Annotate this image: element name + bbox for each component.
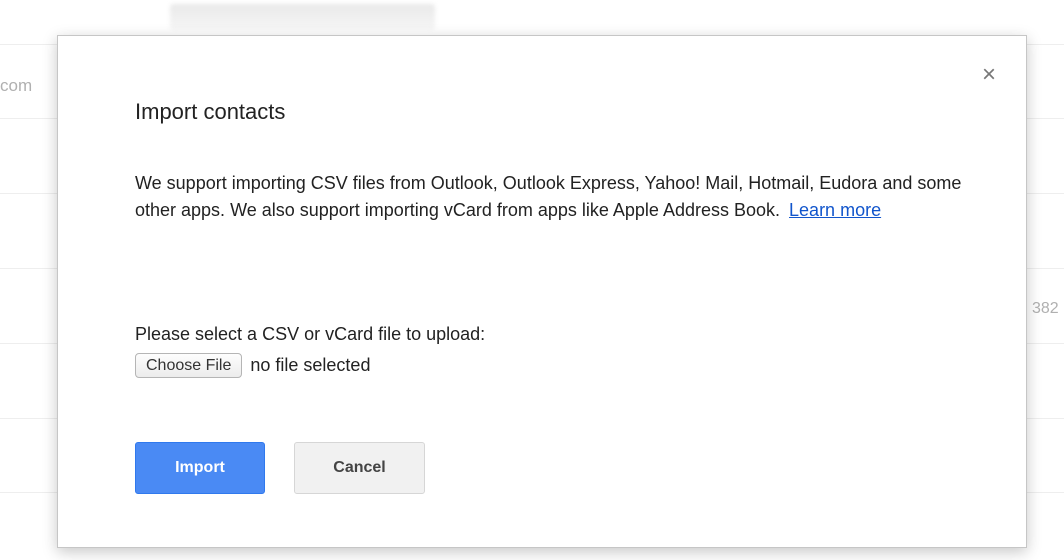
learn-more-link[interactable]: Learn more [789,200,881,220]
background-blurred-bar [170,4,435,30]
import-button[interactable]: Import [135,442,265,494]
choose-file-button[interactable]: Choose File [135,353,243,378]
background-row-text: com [0,76,33,95]
file-status-text: no file selected [250,355,371,375]
background-row-text: 382 [1032,300,1059,317]
file-picker: Choose File no file selected [135,353,370,378]
file-select-label: Please select a CSV or vCard file to upl… [135,324,486,344]
import-contacts-dialog: × Import contacts We support importing C… [57,35,1027,548]
cancel-button[interactable]: Cancel [294,442,425,494]
dialog-title: Import contacts [135,99,286,124]
close-icon[interactable]: × [976,62,1002,88]
dialog-description: We support importing CSV files from Outl… [135,170,965,224]
